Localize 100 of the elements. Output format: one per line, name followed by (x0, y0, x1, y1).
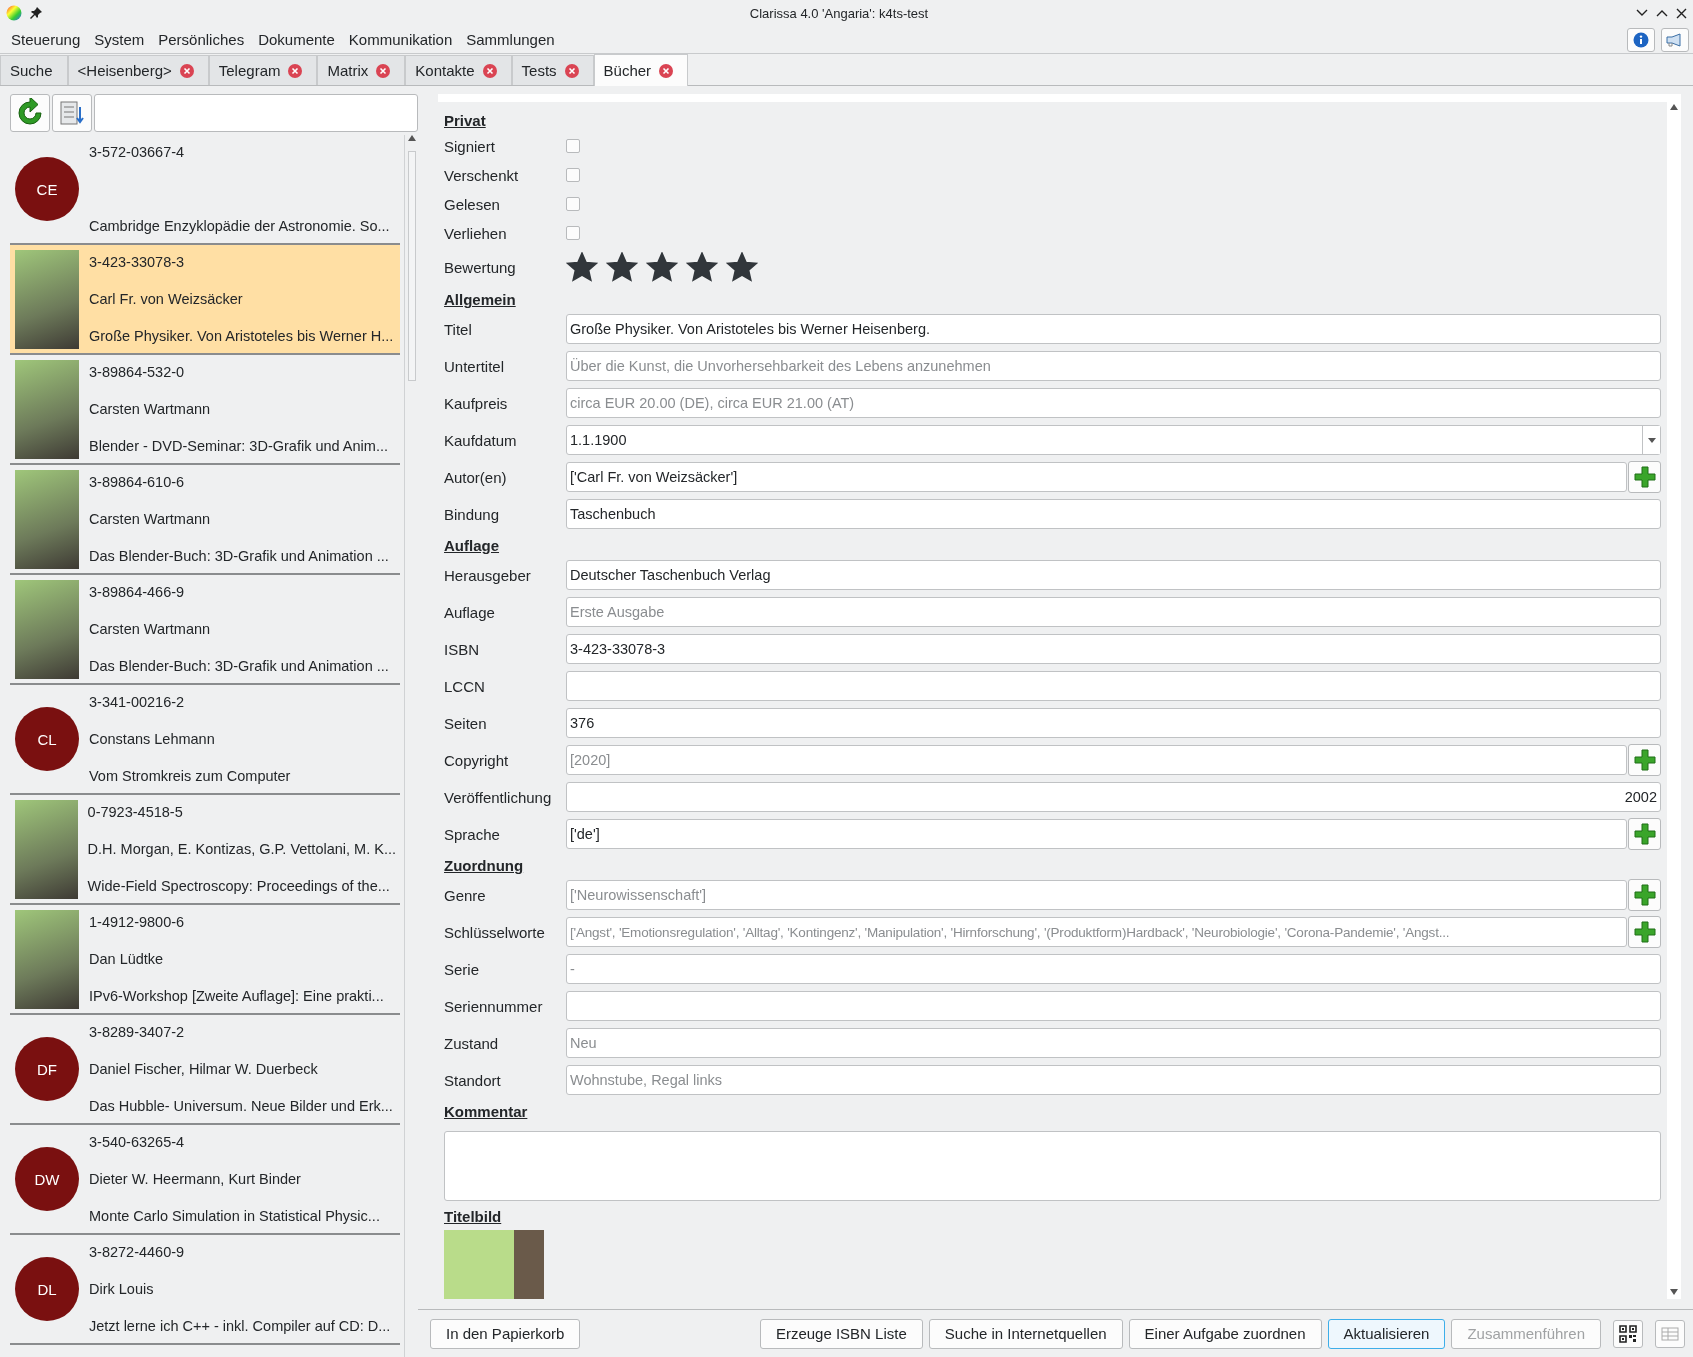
add-button[interactable] (1628, 818, 1661, 850)
menu-item[interactable]: Dokumente (251, 31, 342, 48)
field-label: Kaufpreis (444, 394, 509, 412)
field-label: Verliehen (444, 224, 508, 242)
tab[interactable]: Matrix (317, 55, 406, 85)
close-icon[interactable] (1676, 7, 1687, 19)
action-button[interactable]: In den Papierkorb (430, 1318, 581, 1349)
input-field[interactable]: ['Neurowissenschaft'] (566, 880, 1627, 910)
action-button[interactable]: Suche in Internetquellen (928, 1318, 1123, 1349)
isbn-text: 3-8289-3407-2 (89, 1024, 186, 1040)
pin-icon[interactable] (30, 7, 42, 19)
menu-item[interactable]: System (87, 31, 152, 48)
input-field[interactable]: 3-423-33078-3 (566, 634, 1661, 664)
field-label: Titel (444, 320, 473, 338)
scroll-up-icon[interactable] (1670, 104, 1678, 110)
checkbox[interactable] (566, 139, 580, 153)
input-field[interactable]: Taschenbuch (566, 499, 1661, 529)
date-field[interactable]: 1.1.1900 (566, 425, 1661, 455)
book-list-item[interactable]: 3-89864-532-0 Carsten Wartmann Blender - DVD-Seminar: 3D-Grafik und Anim... (10, 355, 400, 465)
section-heading: Titelbild (444, 1208, 502, 1225)
star-icon[interactable] (566, 252, 598, 282)
info-button[interactable] (1627, 27, 1655, 52)
input-field[interactable] (566, 991, 1661, 1021)
menu-item[interactable]: Kommunikation (341, 31, 460, 48)
input-field[interactable]: - (566, 954, 1661, 984)
maximize-icon[interactable] (1656, 9, 1668, 17)
search-field[interactable] (94, 94, 418, 132)
input-field[interactable]: Neu (566, 1028, 1661, 1058)
isbn-text: 0-7923-4518-5 (87, 804, 184, 820)
avatar: CE (15, 157, 79, 221)
isbn-text: 3-8272-4460-9 (89, 1244, 186, 1260)
field-label: ISBN (444, 640, 480, 658)
title-text: Wide-Field Spectroscopy: Proceedings of the... (87, 878, 391, 894)
add-button[interactable] (1628, 879, 1661, 911)
tab[interactable]: Tests (511, 55, 594, 85)
author-text: Dieter W. Heermann, Kurt Binder (89, 1171, 302, 1187)
book-list-item[interactable]: DW 3-540-63265-4 Dieter W. Heermann, Kurt Binder Monte Carlo Simulation in Statistical Physic... (10, 1125, 400, 1235)
refresh-button[interactable] (10, 94, 50, 132)
menu-item[interactable]: Persönliches (151, 31, 252, 48)
checkbox[interactable] (566, 226, 580, 240)
scroll-up-icon[interactable] (407, 135, 416, 141)
input-field[interactable]: Über die Kunst, die Unvorhersehbarkeit des Lebens anzunehmen (566, 351, 1661, 381)
menu-item[interactable]: Sammlungen (459, 31, 562, 48)
isbn-text: 3-89864-532-0 (89, 364, 186, 380)
input-field[interactable]: Deutscher Taschenbuch Verlag (566, 560, 1661, 590)
book-list-item[interactable]: 3-423-33078-3 Carl Fr. von Weizsäcker Große Physiker. Von Aristoteles bis Werner H... (10, 245, 400, 355)
input-field[interactable]: [2020] (566, 745, 1627, 775)
title-text: Monte Carlo Simulation in Statistical Physic... (89, 1208, 381, 1224)
book-list-item[interactable]: DL 3-8272-4460-9 Dirk Louis Jetzt lerne ich C++ - inkl. Compiler auf CD: D... (10, 1235, 400, 1345)
field-label: Serie (444, 960, 481, 978)
plus-icon (1632, 748, 1657, 772)
plus-icon (1632, 883, 1657, 907)
minimize-icon[interactable] (1636, 9, 1648, 17)
menu-item[interactable]: Steuerung (4, 31, 88, 48)
dropdown-button[interactable] (1642, 426, 1660, 454)
title-text: Blender - DVD-Seminar: 3D-Grafik und Anim... (89, 438, 389, 454)
star-icon[interactable] (646, 252, 678, 282)
star-icon[interactable] (726, 252, 758, 282)
input-field[interactable]: 2002 (566, 782, 1661, 812)
book-list-item[interactable]: 3-89864-610-6 Carsten Wartmann Das Blender-Buch: 3D-Grafik und Animation ... (10, 465, 400, 575)
book-list-item[interactable]: 1-4912-9800-6 Dan Lüdtke IPv6-Workshop [Zweite Auflage]: Eine prakti... (10, 905, 400, 1015)
input-field[interactable]: 376 (566, 708, 1661, 738)
input-field[interactable]: Erste Ausgabe (566, 597, 1661, 627)
sort-button[interactable] (52, 94, 92, 132)
input-field[interactable]: Wohnstube, Regal links (566, 1065, 1661, 1095)
star-rating[interactable] (566, 252, 758, 282)
add-button[interactable] (1628, 744, 1661, 776)
book-list-item[interactable]: CL 3-341-00216-2 Constans Lehmann Vom Stromkreis zum Computer (10, 685, 400, 795)
input-field[interactable]: ['Carl Fr. von Weizsäcker'] (566, 462, 1627, 492)
tab[interactable]: Telegram (208, 55, 318, 85)
tab[interactable]: Bücher (593, 54, 689, 86)
section-heading: Kommentar (444, 1103, 528, 1120)
add-button[interactable] (1628, 461, 1661, 493)
tab[interactable]: Suche (0, 55, 68, 85)
input-field[interactable]: Große Physiker. Von Aristoteles bis Werner Heisenberg. (566, 314, 1661, 344)
action-button[interactable]: Erzeuge ISBN Liste (759, 1318, 923, 1349)
add-button[interactable] (1628, 916, 1661, 948)
star-icon[interactable] (686, 252, 718, 282)
book-list-item[interactable]: DF 3-8289-3407-2 Daniel Fischer, Hilmar W. Duerbeck Das Hubble- Universum. Neue Bilder und Erk... (10, 1015, 400, 1125)
comment-field[interactable] (444, 1131, 1661, 1201)
star-icon[interactable] (606, 252, 638, 282)
input-field[interactable]: ['de'] (566, 819, 1627, 849)
checkbox[interactable] (566, 168, 580, 182)
tab[interactable]: Kontakte (405, 55, 512, 85)
checkbox[interactable] (566, 197, 580, 211)
scrollbar[interactable] (404, 135, 418, 1357)
input-field[interactable] (566, 671, 1661, 701)
book-list-item[interactable]: 0-7923-4518-5 D.H. Morgan, E. Kontizas, G.P. Vettolani, M. K... Wide-Field Spectroscopy: Proceedings of the... (10, 795, 400, 905)
scrollbar-thumb[interactable] (407, 151, 416, 381)
input-field[interactable]: circa EUR 20.00 (DE), circa EUR 21.00 (AT) (566, 388, 1661, 418)
book-list-item[interactable]: 3-89864-466-9 Carsten Wartmann Das Blender-Buch: 3D-Grafik und Animation ... (10, 575, 400, 685)
scroll-down-icon[interactable] (1670, 1289, 1678, 1295)
action-button[interactable]: Aktualisieren (1327, 1318, 1446, 1349)
notification-button[interactable] (1661, 27, 1689, 52)
action-button[interactable]: Einer Aufgabe zuordnen (1128, 1318, 1322, 1349)
input-field[interactable]: ['Angst', 'Emotionsregulation', 'Alltag', 'Kontingenz', 'Manipulation', 'Hirnforschung', '(Produktform)Hardback', 'Neurobiologie', 'Corona-Pandemie', 'Angst... (566, 917, 1627, 947)
qr-code-button[interactable] (1613, 1319, 1643, 1348)
field-label: Veröffentlichung (444, 788, 553, 806)
caret-icon[interactable] (1647, 437, 1656, 443)
tab[interactable]: <Heisenberg> (67, 55, 209, 85)
